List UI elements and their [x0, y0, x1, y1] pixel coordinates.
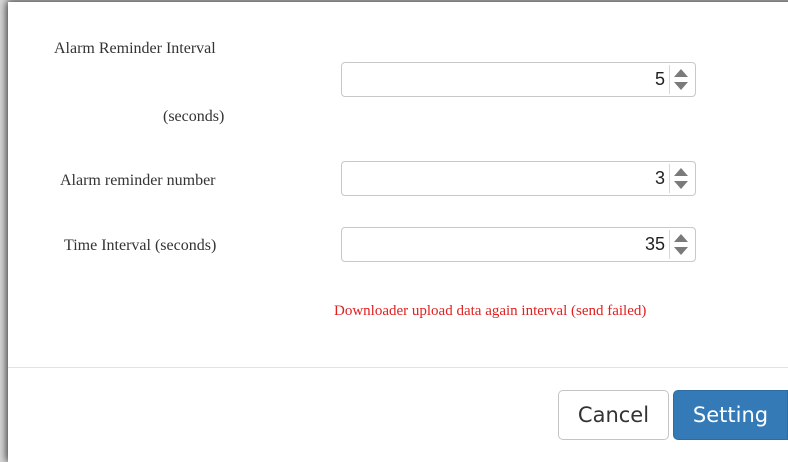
footer-divider — [8, 367, 788, 368]
setting-button[interactable]: Setting — [673, 390, 788, 440]
alarm-interval-unit-label: (seconds) — [163, 108, 225, 125]
alarm-number-input[interactable]: 3 — [341, 161, 696, 196]
decrement-arrow-icon[interactable] — [674, 181, 688, 189]
alarm-interval-spinner[interactable] — [669, 65, 692, 94]
alarm-number-value: 3 — [654, 168, 665, 188]
time-interval-hint: Downloader upload data again interval (s… — [334, 303, 647, 319]
time-interval-input[interactable]: 35 — [341, 227, 696, 262]
time-interval-label: Time Interval (seconds) — [64, 237, 217, 254]
increment-arrow-icon[interactable] — [674, 234, 688, 242]
alarm-interval-input[interactable]: 5 — [341, 62, 696, 97]
alarm-number-spinner[interactable] — [669, 164, 692, 193]
increment-arrow-icon[interactable] — [674, 69, 688, 77]
alarm-interval-label: Alarm Reminder Interval — [54, 40, 216, 57]
decrement-arrow-icon[interactable] — [674, 82, 688, 90]
alarm-interval-value: 5 — [654, 69, 665, 89]
decrement-arrow-icon[interactable] — [674, 247, 688, 255]
increment-arrow-icon[interactable] — [674, 168, 688, 176]
time-interval-value: 35 — [644, 234, 665, 254]
time-interval-spinner[interactable] — [669, 230, 692, 259]
alarm-number-label: Alarm reminder number — [60, 172, 216, 189]
cancel-button[interactable]: Cancel — [558, 390, 669, 440]
settings-dialog: Alarm Reminder Interval (seconds) 5 Alar… — [8, 2, 788, 462]
